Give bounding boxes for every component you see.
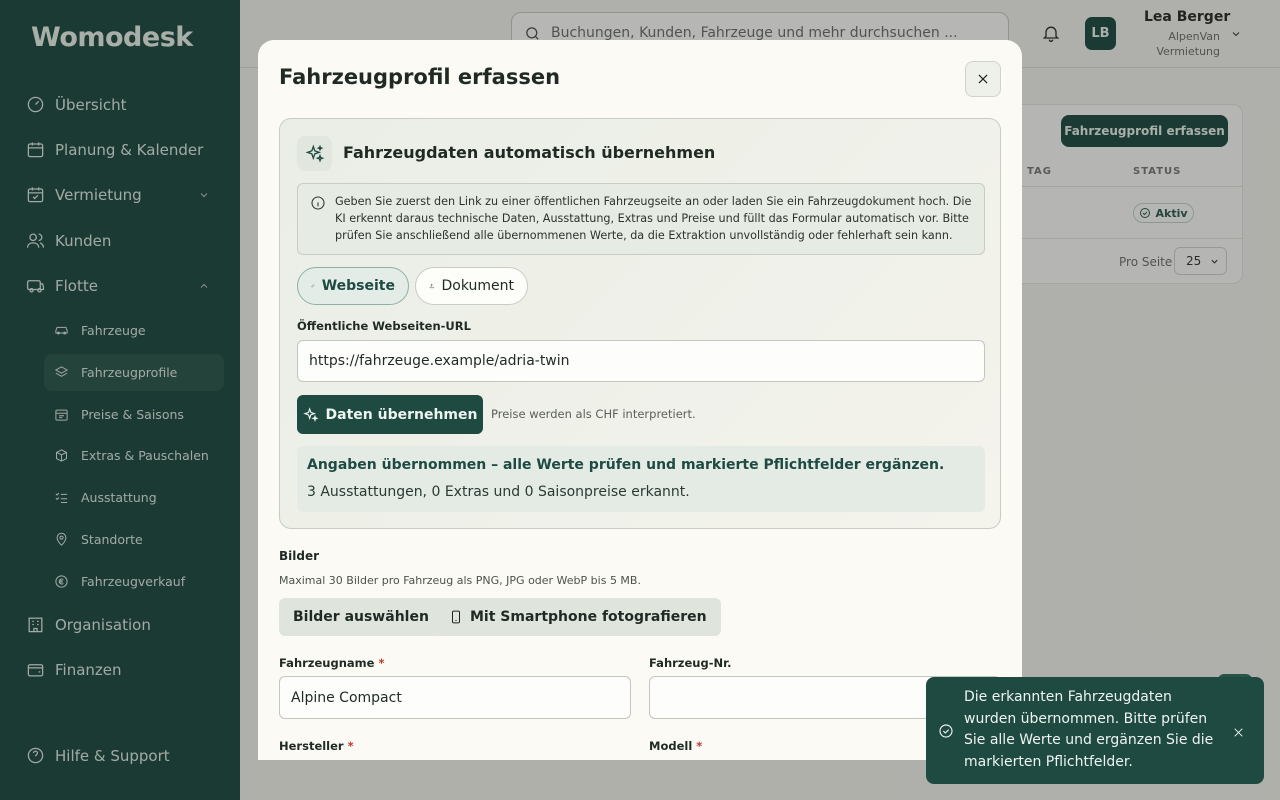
apply-data-button[interactable]: Daten übernehmen <box>297 395 483 434</box>
currency-hint: Preise werden als CHF interpretiert. <box>491 407 696 421</box>
field-label-text: Modell <box>649 739 693 753</box>
model-label: Modell * <box>649 739 702 753</box>
link-icon <box>311 284 315 288</box>
field-label-text: Hersteller <box>279 739 344 753</box>
close-icon <box>1234 728 1243 737</box>
apply-button-label: Daten übernehmen <box>325 406 478 423</box>
url-input-value: https://fahrzeuge.example/adria-twin <box>309 353 570 369</box>
smartphone-icon <box>452 610 460 624</box>
toast-close-button[interactable] <box>1232 724 1246 738</box>
close-icon <box>978 74 988 84</box>
close-button[interactable] <box>965 61 1001 97</box>
toast-message: Die erkannten Fahrzeugdaten wurden übern… <box>964 689 1214 770</box>
info-notice: Geben Sie zuerst den Link zu einer öffen… <box>297 183 985 255</box>
vehicle-profile-modal: Fahrzeugprofil erfassen Fahrzeugdaten au… <box>258 40 1022 760</box>
extraction-result: Angaben übernommen – alle Werte prüfen u… <box>297 446 985 512</box>
images-section-title: Bilder <box>279 549 320 563</box>
tab-label: Webseite <box>321 278 395 294</box>
tab-label: Dokument <box>441 278 514 294</box>
manufacturer-label: Hersteller * <box>279 739 354 753</box>
modal-title: Fahrzeugprofil erfassen <box>279 65 561 89</box>
sparkles-icon <box>297 136 332 171</box>
sparkles-icon <box>302 406 319 422</box>
button-label: Bilder auswählen <box>293 609 429 625</box>
url-field-label: Öffentliche Webseiten-URL <box>297 319 471 333</box>
images-hint: Maximal 30 Bilder pro Fahrzeug als PNG, … <box>279 574 641 587</box>
select-images-button[interactable]: Bilder auswählen <box>279 598 443 636</box>
upload-icon <box>429 283 434 289</box>
info-icon <box>311 196 325 210</box>
result-title: Angaben übernommen – alle Werte prüfen u… <box>307 457 945 473</box>
success-toast: Die erkannten Fahrzeugdaten wurden übern… <box>926 677 1264 784</box>
input-value: Alpine Compact <box>291 689 402 706</box>
vehicle-number-label: Fahrzeug-Nr. <box>649 656 732 670</box>
url-input[interactable]: https://fahrzeuge.example/adria-twin <box>297 340 985 382</box>
vehicle-name-label: Fahrzeugname * <box>279 656 384 670</box>
check-circle-icon <box>938 723 954 739</box>
tab-document[interactable]: Dokument <box>415 267 528 305</box>
result-detail: 3 Ausstattungen, 0 Extras und 0 Saisonpr… <box>307 484 690 500</box>
required-marker: * <box>378 656 385 670</box>
info-text: Geben Sie zuerst den Link zu einer öffen… <box>335 195 972 242</box>
field-label-text: Fahrzeugname <box>279 656 375 670</box>
required-marker: * <box>696 739 703 753</box>
button-label: Mit Smartphone fotografieren <box>470 609 707 625</box>
ai-panel-title: Fahrzeugdaten automatisch übernehmen <box>343 143 716 162</box>
required-marker: * <box>347 739 354 753</box>
vehicle-name-input[interactable]: Alpine Compact <box>279 676 631 719</box>
ai-import-panel: Fahrzeugdaten automatisch übernehmen Geb… <box>279 118 1001 529</box>
smartphone-photo-button[interactable]: Mit Smartphone fotografieren <box>435 598 721 636</box>
tab-website[interactable]: Webseite <box>297 267 409 305</box>
